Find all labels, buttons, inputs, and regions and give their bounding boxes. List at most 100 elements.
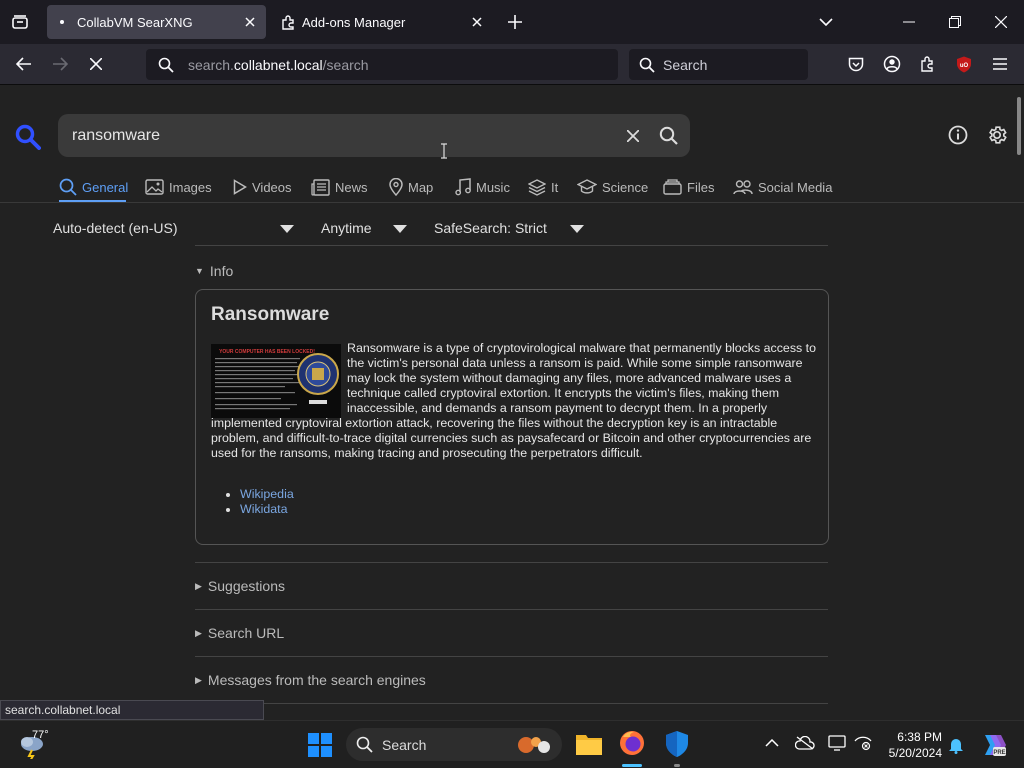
engine-messages-label: Messages from the search engines — [207, 672, 426, 688]
tab-category-files[interactable]: Files — [663, 175, 714, 199]
firefox-app[interactable] — [619, 730, 645, 756]
cloud-off-icon — [795, 736, 815, 750]
taskbar-search[interactable]: Search — [346, 728, 562, 761]
wikidata-link[interactable]: Wikidata — [240, 502, 288, 516]
status-url: search.collabnet.local — [5, 703, 121, 717]
tab-category-videos[interactable]: Videos — [233, 175, 292, 199]
tab-category-social-media[interactable]: Social Media — [733, 175, 832, 199]
search-input[interactable]: ransomware — [72, 127, 627, 145]
search-icon — [659, 126, 678, 145]
tab-category-images[interactable]: Images — [145, 175, 212, 199]
tab-collabvm-searxng[interactable]: CollabVM SearXNG — [47, 5, 266, 39]
preferences-button[interactable] — [986, 124, 1008, 146]
close-icon[interactable] — [467, 12, 487, 32]
weather-temperature: 77° — [32, 729, 49, 741]
weather-widget[interactable]: 77° — [18, 729, 58, 761]
image-icon — [145, 179, 164, 195]
category-label: Science — [602, 179, 649, 195]
arrow-left-icon — [16, 57, 31, 71]
restore-button[interactable] — [941, 8, 969, 36]
info-summary-label: Info — [209, 263, 234, 279]
onedrive-tray[interactable] — [795, 736, 815, 750]
tab-category-news[interactable]: News — [311, 175, 368, 199]
restore-icon — [949, 16, 961, 28]
tab-title: CollabVM SearXNG — [77, 14, 193, 30]
infobox-links: Wikipedia Wikidata — [240, 487, 294, 517]
clear-search-button[interactable] — [627, 129, 639, 142]
tab-addons-manager[interactable]: Add-ons Manager — [274, 5, 493, 39]
forward-button[interactable] — [46, 50, 74, 78]
notifications-button[interactable] — [948, 736, 964, 754]
category-label: Map — [408, 179, 434, 195]
searxng-page: ransomware General Images Videos News Ma… — [0, 85, 1024, 720]
tab-category-it[interactable]: It — [528, 175, 558, 199]
new-tab-button[interactable] — [501, 8, 529, 36]
search-icon — [356, 736, 373, 753]
list-item: Wikipedia — [240, 487, 294, 502]
suggestions-toggle[interactable]: ▶ Suggestions — [195, 578, 285, 594]
safesearch-select[interactable]: SafeSearch: Strict — [434, 220, 547, 236]
infobox-title: Ransomware — [211, 304, 330, 325]
tab-list-button[interactable] — [6, 8, 34, 36]
wikipedia-link[interactable]: Wikipedia — [240, 487, 294, 501]
copilot-button[interactable]: PRE — [980, 732, 1006, 758]
puzzle-icon — [921, 56, 933, 72]
url-bar[interactable]: search.collabnet.local/search — [146, 49, 618, 80]
chevron-down-icon — [393, 225, 407, 233]
tab-category-map[interactable]: Map — [389, 175, 433, 199]
defender-app[interactable] — [664, 730, 690, 758]
header-divider — [0, 202, 1024, 203]
plus-icon — [508, 15, 522, 29]
page-scrollbar-thumb[interactable] — [1017, 97, 1021, 155]
time-range-select[interactable]: Anytime — [321, 220, 372, 236]
language-select[interactable]: Auto-detect (en-US) — [53, 220, 178, 236]
clock[interactable]: 6:38 PM 5/20/2024 — [886, 729, 942, 761]
start-button[interactable] — [308, 733, 332, 757]
close-window-button[interactable] — [987, 8, 1015, 36]
network-icon — [854, 736, 872, 751]
search-url-toggle[interactable]: ▶ Search URL — [195, 625, 284, 641]
search-submit-button[interactable] — [659, 126, 678, 145]
file-explorer-app[interactable] — [575, 731, 603, 757]
searxng-logo[interactable] — [15, 124, 41, 150]
network-tray[interactable] — [854, 735, 872, 751]
language-select-value: Auto-detect (en-US) — [53, 220, 178, 236]
tab-strip: CollabVM SearXNG Add-ons Manager — [0, 0, 1024, 44]
close-icon — [627, 129, 639, 142]
close-icon — [90, 58, 102, 70]
extensions-button[interactable] — [914, 50, 942, 78]
stop-button[interactable] — [82, 50, 110, 78]
search-highlight-icon — [514, 733, 554, 757]
engine-messages-toggle[interactable]: ▶ Messages from the search engines — [195, 672, 426, 688]
ublock-button[interactable]: uO — [950, 50, 978, 78]
windows-logo-icon — [308, 733, 332, 757]
clock-date: 5/20/2024 — [888, 746, 942, 760]
tab-category-general[interactable]: General — [59, 175, 128, 199]
info-toggle[interactable]: ▼ Info — [195, 263, 233, 279]
tab-dot-icon — [47, 19, 77, 25]
about-button[interactable] — [948, 125, 968, 145]
back-button[interactable] — [10, 50, 38, 78]
show-hidden-icons-button[interactable] — [765, 739, 779, 747]
files-icon — [663, 179, 682, 195]
windows-taskbar: 77° Search 6:38 PM 5/20/2024 PRE — [0, 720, 1024, 768]
account-button[interactable] — [878, 50, 906, 78]
triangle-right-icon: ▶ — [195, 580, 202, 591]
pocket-icon — [848, 57, 864, 71]
active-app-indicator — [622, 764, 642, 767]
tab-category-music[interactable]: Music — [455, 175, 510, 199]
search-icon — [59, 178, 77, 196]
search-icon — [158, 57, 174, 73]
triangle-right-icon: ▶ — [195, 627, 202, 638]
toolbar-search-field[interactable]: Search — [629, 49, 808, 80]
running-app-indicator — [674, 764, 680, 767]
chevron-down-icon — [819, 18, 833, 26]
close-icon[interactable] — [240, 12, 260, 32]
tab-category-science[interactable]: Science — [577, 175, 648, 199]
pocket-button[interactable] — [842, 50, 870, 78]
menu-button[interactable] — [986, 50, 1014, 78]
list-all-tabs-button[interactable] — [812, 8, 840, 36]
display-tray[interactable] — [828, 735, 846, 751]
tab-title: Add-ons Manager — [302, 14, 406, 30]
minimize-button[interactable] — [895, 8, 923, 36]
